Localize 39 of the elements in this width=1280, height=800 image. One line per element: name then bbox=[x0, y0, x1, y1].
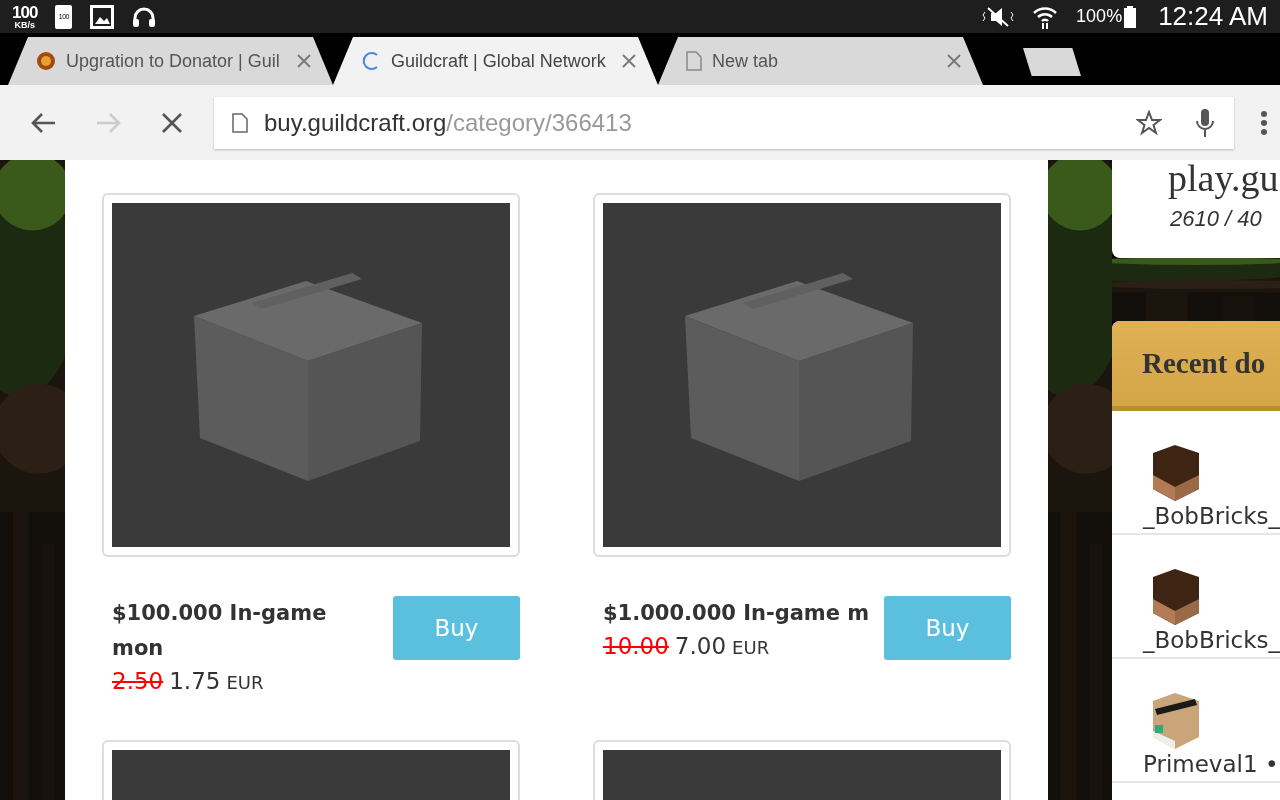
star-icon[interactable] bbox=[1136, 109, 1162, 136]
currency: EUR bbox=[732, 637, 770, 658]
battery-percent: 100% bbox=[1076, 6, 1123, 27]
browser-tab[interactable]: Guildcraft | Global Network bbox=[333, 37, 658, 85]
product-title: $100.000 In-game mon bbox=[112, 600, 328, 662]
speed-unit: KB/s bbox=[14, 20, 35, 30]
currency: EUR bbox=[226, 672, 264, 693]
old-price: 10.00 bbox=[603, 633, 669, 659]
menu-icon[interactable] bbox=[1260, 109, 1268, 136]
speed-value: 100 bbox=[12, 3, 38, 21]
close-icon[interactable] bbox=[947, 54, 961, 68]
close-icon[interactable] bbox=[297, 54, 311, 68]
server-address: play.gu bbox=[1168, 156, 1279, 200]
price: 1.75 bbox=[169, 668, 221, 694]
donator-name: Primeval1 • bbox=[1143, 750, 1280, 777]
product-title: $1.000.000 In-game m bbox=[603, 600, 871, 627]
player-count: 2610 / 40 bbox=[1169, 206, 1262, 232]
old-price: 2.50 bbox=[112, 668, 164, 694]
page-icon bbox=[686, 51, 702, 71]
stop-icon bbox=[161, 111, 183, 134]
donator-name: _BobBricks_ bbox=[1143, 626, 1280, 653]
mute-icon bbox=[982, 5, 1015, 28]
donator-name: _BobBricks_ bbox=[1143, 502, 1280, 529]
back-arrow-icon bbox=[31, 111, 57, 134]
headphones-icon bbox=[132, 5, 157, 28]
wifi-icon bbox=[1032, 4, 1059, 29]
url-text: buy.guildcraft.org/category/366413 bbox=[264, 108, 633, 137]
page-icon bbox=[232, 112, 248, 133]
browser-tab[interactable]: New tab bbox=[658, 37, 983, 85]
donators-title: Recent do bbox=[1112, 320, 1280, 411]
price: 7.00 bbox=[674, 633, 727, 659]
microphone-icon[interactable] bbox=[1194, 107, 1216, 138]
image-icon bbox=[90, 4, 115, 29]
browser-tab[interactable]: Upgration to Donator | Guil bbox=[8, 37, 333, 85]
address-field[interactable]: buy.guildcraft.org/category/366413 bbox=[214, 96, 1234, 149]
clock: 12:24 AM bbox=[1158, 1, 1268, 32]
forward-arrow-icon bbox=[95, 111, 121, 134]
close-icon[interactable] bbox=[622, 54, 636, 68]
battery-icon bbox=[1124, 5, 1137, 28]
